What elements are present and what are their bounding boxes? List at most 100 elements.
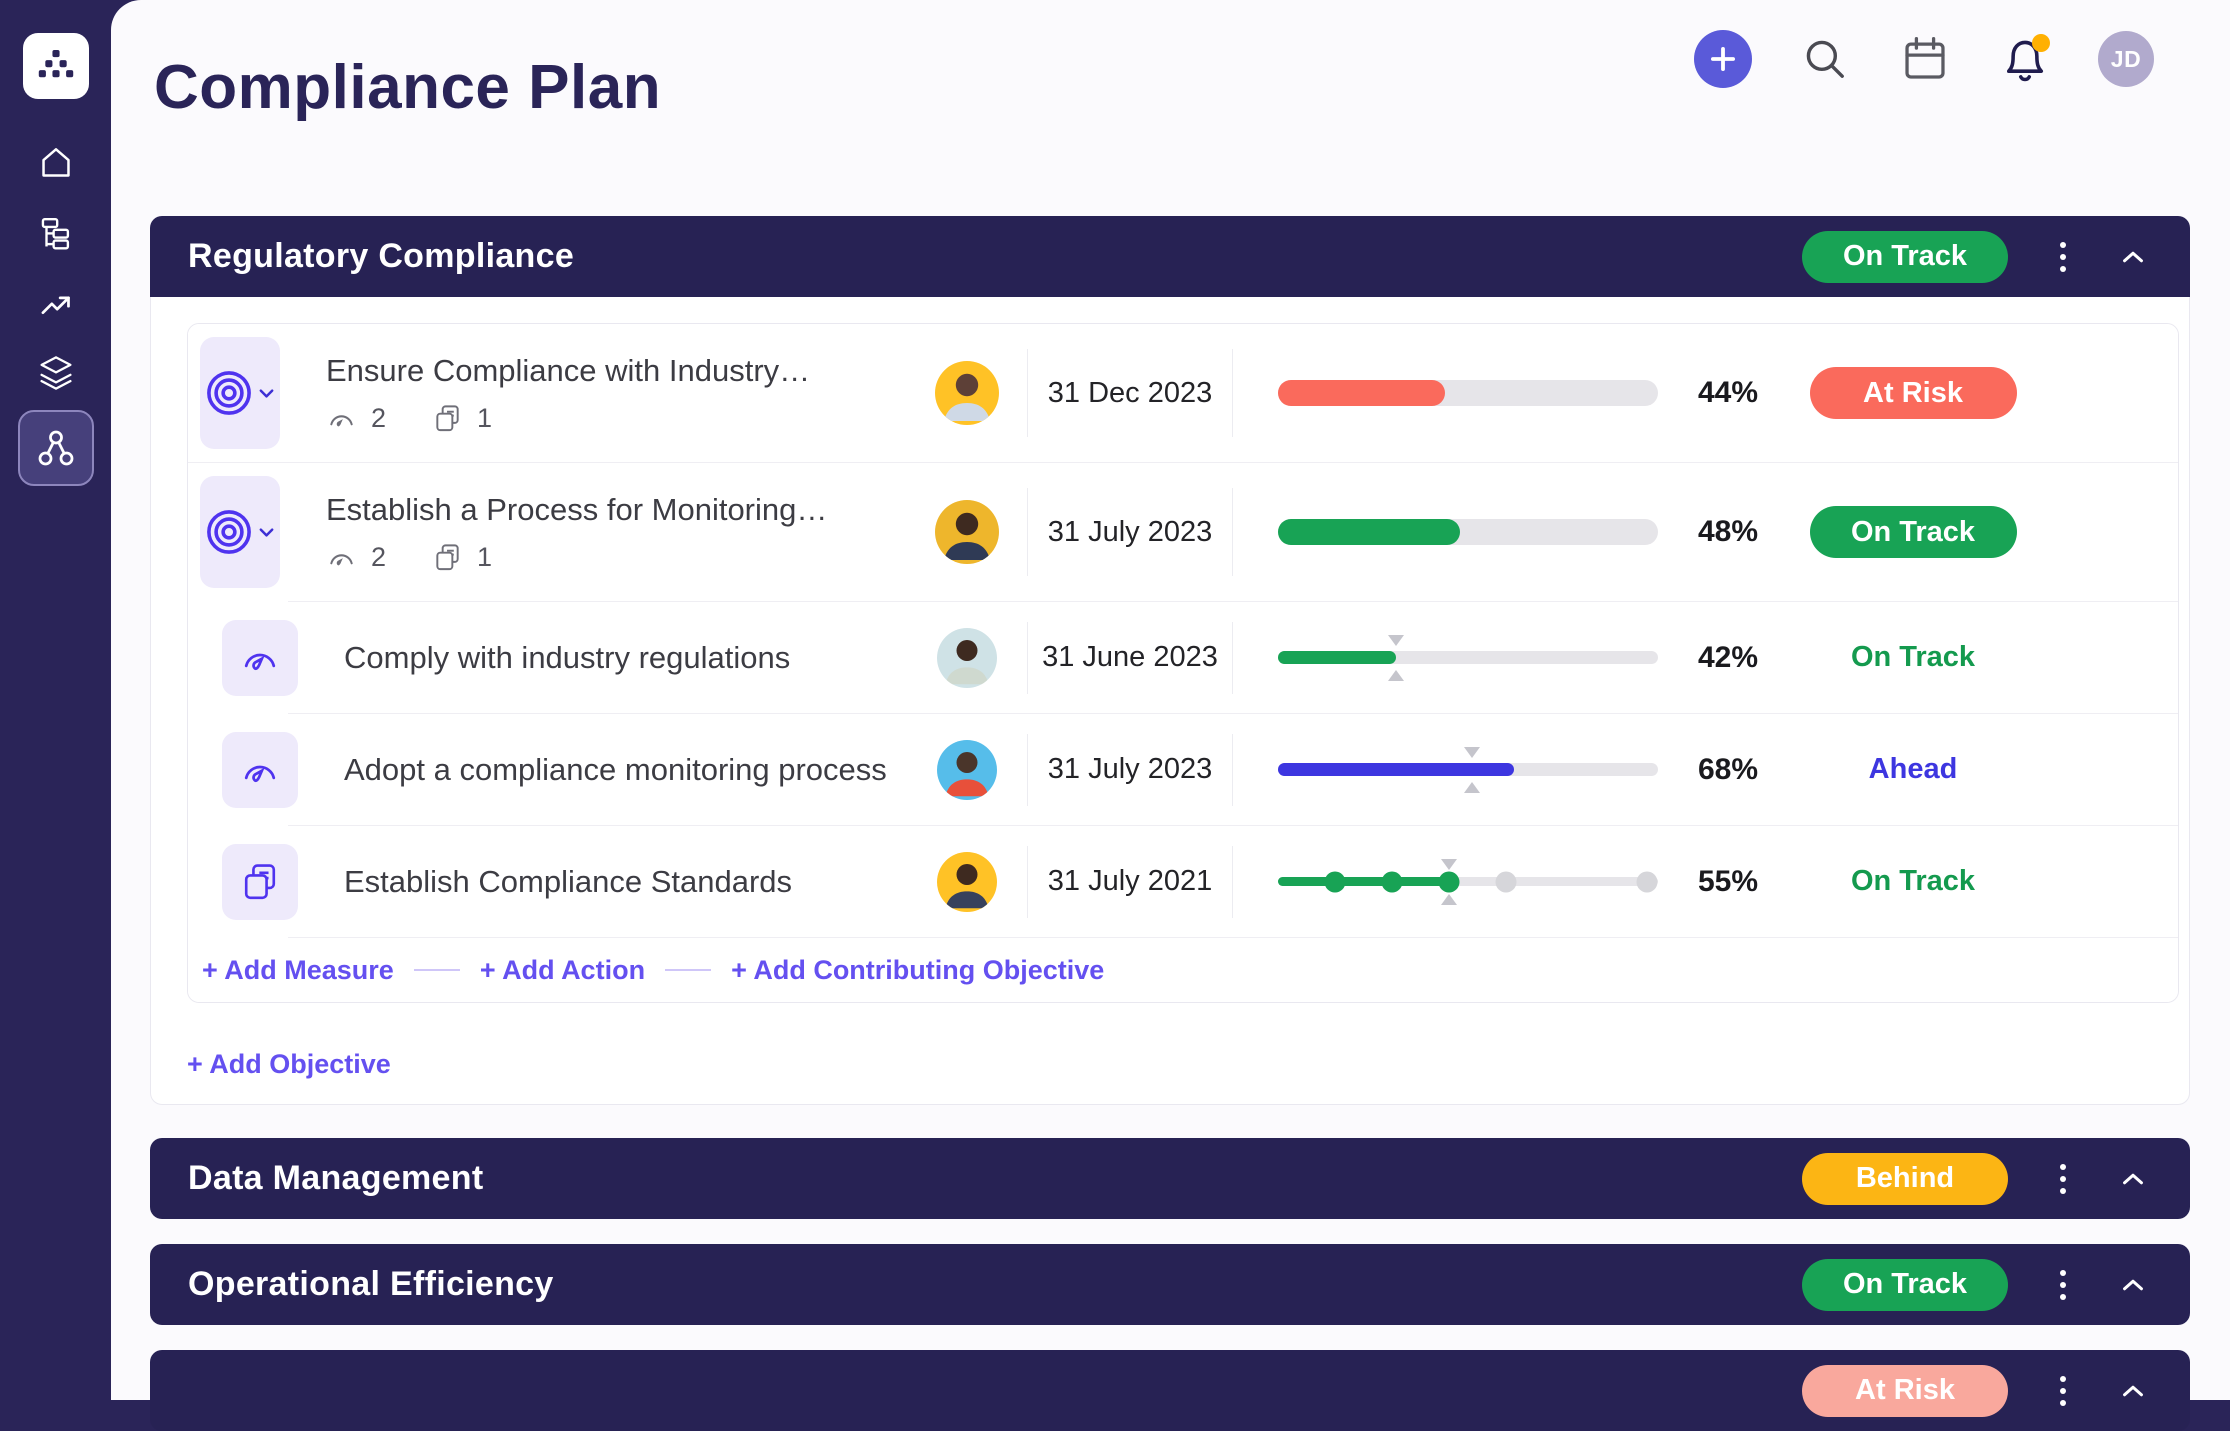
add-objective-link[interactable]: + Add Objective	[187, 1049, 391, 1080]
measure-count: 2	[371, 541, 387, 572]
pages-icon	[432, 403, 463, 434]
progress-percent: 42%	[1697, 640, 1759, 674]
section-title: Operational Efficiency	[188, 1265, 554, 1303]
due-date: 31 July 2021	[1027, 845, 1233, 918]
section-panel: Ensure Compliance with Industry… 2 1 31 …	[150, 297, 2190, 1105]
status-pill: On Track	[1809, 506, 2017, 558]
status-text: Ahead	[1868, 753, 1958, 785]
section-menu-button[interactable]	[2050, 1158, 2076, 1200]
section-menu-button[interactable]	[2050, 1264, 2076, 1306]
progress-percent: 48%	[1697, 515, 1759, 548]
add-measure-link[interactable]: + Add Measure	[202, 955, 394, 986]
section-header-regulatory-compliance[interactable]: Regulatory Compliance On Track	[150, 216, 2190, 297]
assignee-avatar[interactable]	[937, 739, 997, 800]
due-date: 31 July 2023	[1027, 488, 1233, 576]
dot-hierarchy-logo-icon	[37, 47, 75, 85]
assignee-avatar[interactable]	[935, 500, 999, 564]
chevron-up-icon[interactable]	[2118, 1270, 2148, 1300]
measure-count: 2	[371, 402, 387, 433]
plus-icon	[1706, 42, 1740, 76]
status-text: On Track	[1850, 865, 1976, 897]
bullseye-icon	[205, 369, 253, 417]
milestone-dot-done[interactable]	[1381, 871, 1403, 892]
chevron-up-icon[interactable]	[2118, 1376, 2148, 1406]
assignee-avatar[interactable]	[937, 627, 997, 688]
create-button[interactable]	[1694, 30, 1752, 88]
sidebar-item-plans-active[interactable]	[18, 410, 94, 486]
action-row[interactable]: Establish Compliance Standards 31 July 2…	[188, 826, 2178, 937]
chevron-down-icon[interactable]	[257, 523, 276, 542]
link-connector	[665, 969, 712, 971]
section-menu-button[interactable]	[2050, 236, 2076, 278]
section-header-data-management[interactable]: Data Management Behind	[150, 1138, 2190, 1219]
progress-bar	[1278, 519, 1658, 545]
measure-title[interactable]: Comply with industry regulations	[344, 640, 907, 676]
measure-title[interactable]: Adopt a compliance monitoring process	[344, 752, 907, 788]
objective-icon-tile[interactable]	[200, 337, 280, 449]
action-title[interactable]: Establish Compliance Standards	[344, 864, 907, 900]
layers-icon	[36, 353, 76, 393]
user-avatar[interactable]: JD	[2098, 31, 2154, 87]
sidebar	[0, 0, 111, 1400]
objective-row[interactable]: Establish a Process for Monitoring… 2 1 …	[188, 463, 2178, 601]
progress-percent: 44%	[1697, 376, 1759, 409]
progress-percent: 55%	[1697, 864, 1759, 898]
section-status-badge: On Track	[1802, 1258, 2008, 1311]
milestone-dot-pending[interactable]	[1495, 871, 1517, 892]
due-date: 31 July 2023	[1027, 733, 1233, 806]
section-header-partial[interactable]: At Risk	[150, 1350, 2190, 1431]
objective-row[interactable]: Ensure Compliance with Industry… 2 1 31 …	[188, 324, 2178, 462]
measure-icon-tile	[222, 731, 298, 808]
objective-meta: 2 1	[326, 403, 907, 434]
search-button[interactable]	[1798, 30, 1852, 88]
assignee-avatar[interactable]	[935, 361, 999, 425]
home-icon	[37, 144, 75, 182]
status-text: On Track	[1850, 641, 1976, 673]
notifications-button[interactable]	[1998, 30, 2052, 88]
hierarchy-icon	[37, 215, 75, 253]
measure-row[interactable]: Comply with industry regulations 31 June…	[188, 602, 2178, 713]
due-date: 31 June 2023	[1027, 621, 1233, 694]
gauge-icon	[326, 403, 357, 434]
sidebar-item-home[interactable]	[25, 132, 87, 194]
link-connector	[413, 969, 460, 971]
sidebar-item-hierarchy[interactable]	[25, 203, 87, 265]
section-status-badge: Behind	[1802, 1152, 2008, 1205]
chevron-down-icon[interactable]	[257, 384, 276, 403]
chevron-up-icon[interactable]	[2118, 242, 2148, 272]
app-logo[interactable]	[23, 33, 89, 99]
milestone-progress[interactable]	[1278, 858, 1658, 906]
notification-badge-dot	[2032, 34, 2050, 52]
topbar: JD	[1694, 30, 2154, 88]
action-count: 1	[477, 541, 493, 572]
calendar-button[interactable]	[1898, 30, 1952, 88]
page-title: Compliance Plan	[154, 53, 662, 122]
milestone-dot-done[interactable]	[1438, 871, 1460, 892]
pages-icon	[432, 542, 463, 573]
objective-icon-tile[interactable]	[200, 476, 280, 588]
add-action-link[interactable]: + Add Action	[480, 955, 645, 986]
assignee-avatar[interactable]	[937, 851, 997, 912]
trend-up-icon	[37, 286, 75, 324]
objective-title[interactable]: Establish a Process for Monitoring…	[326, 492, 907, 528]
action-count: 1	[477, 402, 493, 433]
section-header-operational-efficiency[interactable]: Operational Efficiency On Track	[150, 1244, 2190, 1325]
section-menu-button[interactable]	[2050, 1370, 2076, 1412]
card-footer: + Add Measure + Add Action + Add Contrib…	[188, 938, 2178, 1002]
progress-slider[interactable]	[1278, 746, 1658, 794]
search-icon	[1800, 34, 1850, 84]
share-nodes-icon	[35, 427, 77, 469]
measure-row[interactable]: Adopt a compliance monitoring process 31…	[188, 714, 2178, 825]
progress-percent: 68%	[1697, 752, 1759, 786]
objective-title[interactable]: Ensure Compliance with Industry…	[326, 353, 907, 389]
progress-slider[interactable]	[1278, 634, 1658, 682]
sidebar-item-layers[interactable]	[25, 342, 87, 404]
sidebar-item-performance[interactable]	[25, 274, 87, 336]
chevron-up-icon[interactable]	[2118, 1164, 2148, 1194]
status-pill: At Risk	[1809, 367, 2017, 419]
add-contributing-objective-link[interactable]: + Add Contributing Objective	[731, 955, 1104, 986]
milestone-dot-done[interactable]	[1324, 871, 1346, 892]
calendar-icon	[1900, 34, 1950, 84]
milestone-dot-pending[interactable]	[1636, 871, 1658, 892]
measure-icon-tile	[222, 619, 298, 696]
